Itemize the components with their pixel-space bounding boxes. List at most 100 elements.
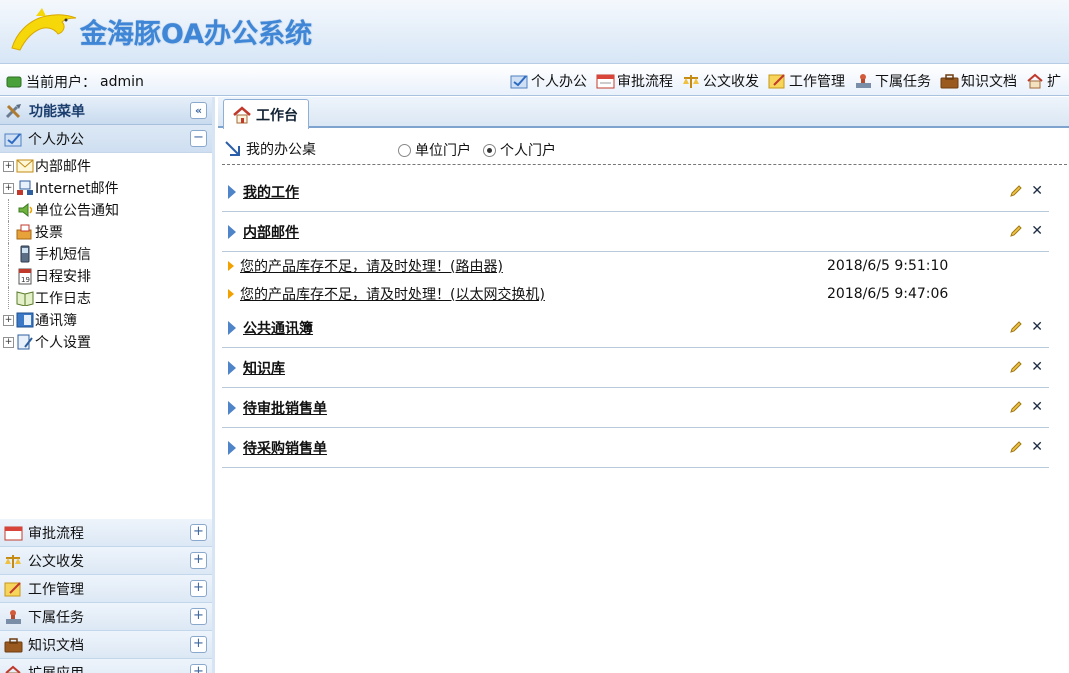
mail-time: 2018/6/5 9:47:06 [827, 286, 949, 302]
expand-section-button[interactable]: + [190, 580, 207, 597]
pencil-icon[interactable] [1009, 360, 1023, 374]
module-title[interactable]: 内部邮件 [243, 222, 299, 242]
section-work-management[interactable]: 工作管理 + [0, 575, 212, 603]
close-icon[interactable]: ✕ [1031, 320, 1043, 334]
expand-arrow-icon[interactable] [228, 224, 236, 239]
nav-personal-office[interactable]: 个人办公 [510, 71, 587, 91]
main-content: 工作台 我的办公桌 单位门户 个人门户 我的工作 ✕ 内部邮件 ✕ 您的产品库存… [218, 97, 1069, 673]
module-title[interactable]: 知识库 [243, 358, 285, 378]
expand-section-button[interactable]: + [190, 664, 207, 673]
briefcase-icon [940, 74, 959, 89]
expand-arrow-icon[interactable] [228, 360, 236, 375]
bullet-arrow-icon [228, 289, 234, 299]
expand-icon[interactable]: + [3, 314, 14, 326]
collapse-section-button[interactable]: − [190, 130, 207, 147]
close-icon[interactable]: ✕ [1031, 224, 1043, 238]
arrow-down-right-icon [225, 141, 240, 156]
tree-item-internal-mail[interactable]: + 内部邮件 [0, 155, 212, 177]
ballot-icon [16, 224, 32, 240]
pencil-icon[interactable] [1009, 440, 1023, 454]
pencil-icon[interactable] [1009, 320, 1023, 334]
personal-office-tree: + 内部邮件 + Internet邮件 单位公告通知 投票 手机短信 19 日程… [0, 153, 212, 519]
radio-circle-checked[interactable] [483, 143, 496, 157]
module-internal-mail: 内部邮件 ✕ 您的产品库存不足，请及时处理！(路由器) 2018/6/5 9:5… [222, 212, 1049, 308]
module-title[interactable]: 我的工作 [243, 182, 299, 202]
house-icon [5, 665, 21, 673]
section-personal-office[interactable]: 个人办公 − [0, 125, 212, 153]
mail-subject-link[interactable]: 您的产品库存不足，请及时处理！(路由器) [240, 256, 503, 276]
expand-arrow-icon[interactable] [228, 320, 236, 335]
nav-work-management[interactable]: 工作管理 [768, 71, 845, 91]
close-icon[interactable]: ✕ [1031, 184, 1043, 198]
section-knowledge-docs[interactable]: 知识文档 + [0, 631, 212, 659]
section-extended-apps[interactable]: 扩展应用 + [0, 659, 212, 673]
expand-icon[interactable]: + [3, 160, 14, 172]
network-icon [17, 180, 33, 195]
portal-radio-group: 单位门户 个人门户 [398, 140, 556, 160]
tab-workbench[interactable]: 工作台 [223, 99, 309, 129]
module-title[interactable]: 公共通讯簿 [243, 318, 313, 338]
nav-knowledge-docs[interactable]: 知识文档 [940, 71, 1017, 91]
expand-section-button[interactable]: + [190, 524, 207, 541]
pencil-icon[interactable] [1009, 224, 1023, 238]
tree-item-announcements[interactable]: 单位公告通知 [0, 199, 212, 221]
top-nav: 个人办公 审批流程 公文收发 工作管理 下属任务 知识文档 扩 [510, 71, 1061, 91]
section-approval-flow[interactable]: 审批流程 + [0, 519, 212, 547]
address-book-icon [16, 312, 34, 328]
current-user: 当前用户： admin [6, 72, 144, 92]
nav-subordinate-tasks[interactable]: 下属任务 [854, 71, 931, 91]
book-icon [16, 291, 34, 306]
radio-circle[interactable] [398, 143, 411, 157]
collapse-sidebar-button[interactable]: « [190, 102, 207, 119]
edit-note-icon [768, 74, 785, 89]
close-icon[interactable]: ✕ [1031, 360, 1043, 374]
pencil-icon[interactable] [1009, 400, 1023, 414]
tree-item-schedule[interactable]: 19 日程安排 [0, 265, 212, 287]
desk-bar: 我的办公桌 单位门户 个人门户 [222, 135, 1067, 165]
mail-subject-link[interactable]: 您的产品库存不足，请及时处理！(以太网交换机) [240, 284, 545, 304]
expand-icon[interactable]: + [3, 182, 14, 194]
expand-section-button[interactable]: + [190, 636, 207, 653]
section-document-exchange[interactable]: 公文收发 + [0, 547, 212, 575]
edit-note-icon [4, 581, 21, 596]
expand-section-button[interactable]: + [190, 552, 207, 569]
stamp-icon [6, 609, 21, 624]
briefcase-icon [4, 637, 23, 652]
module-title[interactable]: 待审批销售单 [243, 398, 327, 418]
calendar-icon [596, 74, 615, 89]
module-header: 待审批销售单 ✕ [222, 388, 1049, 428]
expand-icon[interactable]: + [3, 336, 14, 348]
mail-item: 您的产品库存不足，请及时处理！(以太网交换机) 2018/6/5 9:47:06 [222, 280, 1049, 308]
close-icon[interactable]: ✕ [1031, 440, 1043, 454]
current-user-label: 当前用户： [26, 75, 96, 91]
module-my-work: 我的工作 ✕ [222, 172, 1049, 212]
banner: 金海豚OA办公系统 [0, 0, 1069, 64]
expand-arrow-icon[interactable] [228, 440, 236, 455]
nav-document-exchange[interactable]: 公文收发 [682, 71, 759, 91]
radio-unit-portal[interactable]: 单位门户 [398, 140, 471, 160]
module-pending-purchase-orders: 待采购销售单 ✕ [222, 428, 1049, 468]
nav-extended-apps[interactable]: 扩 [1026, 71, 1061, 91]
expand-arrow-icon[interactable] [228, 184, 236, 199]
section-subordinate-tasks[interactable]: 下属任务 + [0, 603, 212, 631]
tree-item-internet-mail[interactable]: + Internet邮件 [0, 177, 212, 199]
scale-icon [683, 75, 699, 88]
expand-arrow-icon[interactable] [228, 400, 236, 415]
tree-item-work-log[interactable]: 工作日志 [0, 287, 212, 309]
tree-item-sms[interactable]: 手机短信 [0, 243, 212, 265]
user-status-icon [6, 76, 22, 88]
mail-time: 2018/6/5 9:51:10 [827, 258, 949, 274]
pencil-icon[interactable] [1009, 184, 1023, 198]
tree-item-personal-settings[interactable]: + 个人设置 [0, 331, 212, 353]
current-user-name: admin [100, 74, 144, 90]
close-icon[interactable]: ✕ [1031, 400, 1043, 414]
personal-office-icon [510, 75, 528, 89]
tree-item-address-book[interactable]: + 通讯簿 [0, 309, 212, 331]
nav-approval-flow[interactable]: 审批流程 [596, 71, 673, 91]
radio-personal-portal[interactable]: 个人门户 [483, 140, 556, 160]
module-title[interactable]: 待采购销售单 [243, 438, 327, 458]
mail-item: 您的产品库存不足，请及时处理！(路由器) 2018/6/5 9:51:10 [222, 252, 1049, 280]
tree-item-voting[interactable]: 投票 [0, 221, 212, 243]
expand-section-button[interactable]: + [190, 608, 207, 625]
module-knowledge-base: 知识库 ✕ [222, 348, 1049, 388]
